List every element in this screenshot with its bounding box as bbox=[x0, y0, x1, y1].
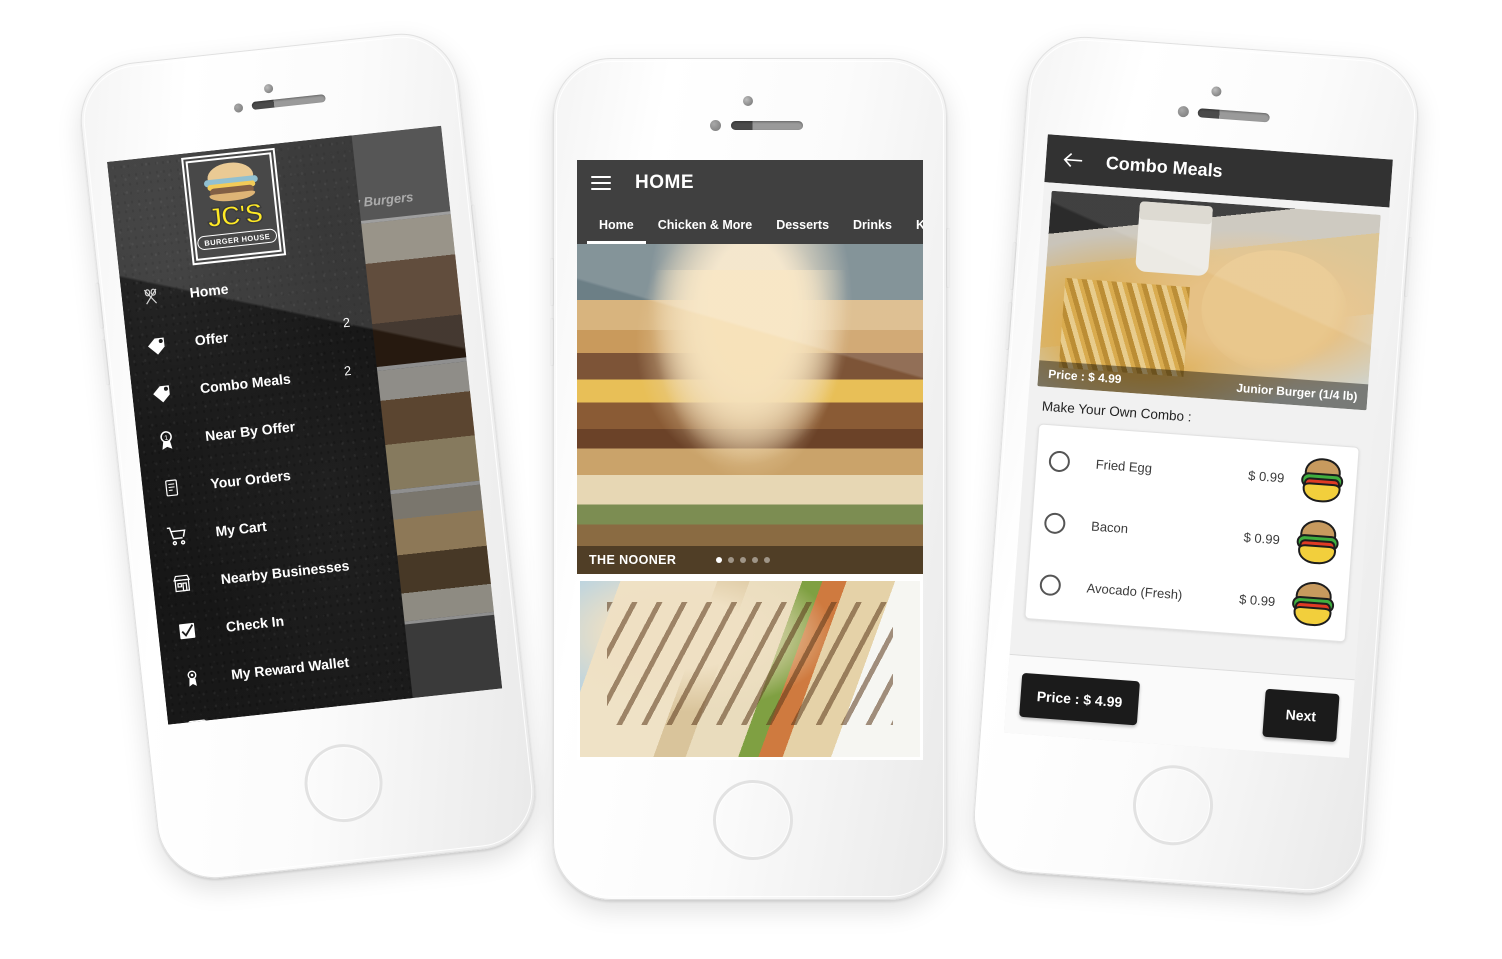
checkbox-icon bbox=[171, 617, 204, 646]
category-tabs: Home Chicken & More Desserts Drinks Kid'… bbox=[577, 206, 923, 244]
option-label: Bacon bbox=[1090, 518, 1129, 536]
burger-thumb-icon bbox=[1294, 518, 1341, 566]
home-button-right[interactable] bbox=[1130, 762, 1216, 849]
tab-home[interactable]: Home bbox=[587, 206, 646, 244]
volume-button-right-2[interactable] bbox=[1004, 301, 1013, 350]
mockup-stage: lty Burgers ers Swiss JC'S BURGER HOUSE bbox=[0, 0, 1502, 959]
earpiece-speaker bbox=[1197, 108, 1270, 123]
option-price: $ 0.99 bbox=[1243, 529, 1281, 547]
tag-icon bbox=[140, 330, 173, 359]
tab-label: Home bbox=[599, 218, 634, 232]
tab-chicken-and-more[interactable]: Chicken & More bbox=[646, 206, 764, 244]
drawer-item-label: Near By Offer bbox=[204, 418, 296, 444]
option-label: Fried Egg bbox=[1095, 456, 1153, 476]
drawer-item-label: My Cart bbox=[214, 517, 268, 540]
option-price: $ 0.99 bbox=[1238, 591, 1276, 609]
carousel-dot[interactable] bbox=[752, 557, 759, 563]
volume-button-middle-2[interactable] bbox=[550, 318, 554, 366]
cutlery-icon bbox=[135, 282, 168, 311]
phone-right: Combo Meals Price : $ 4.99 Junior Burger… bbox=[969, 32, 1423, 898]
tab-label: Desserts bbox=[776, 218, 830, 232]
earpiece-speaker bbox=[251, 94, 326, 110]
volume-button-middle[interactable] bbox=[550, 258, 554, 306]
product-hero-image: Price : $ 4.99 Junior Burger (1/4 lb) bbox=[1037, 190, 1381, 411]
app-bar-title: HOME bbox=[635, 172, 694, 193]
carousel-dot[interactable] bbox=[716, 557, 723, 563]
hero-price: Price : $ 4.99 bbox=[1047, 366, 1122, 387]
drawer-item-label: Your Orders bbox=[209, 467, 292, 492]
second-food-image[interactable] bbox=[577, 578, 923, 760]
price-button[interactable]: Price : $ 4.99 bbox=[1019, 672, 1140, 726]
arrow-left-icon[interactable] bbox=[1061, 150, 1084, 170]
carousel-dot[interactable] bbox=[764, 557, 771, 563]
tab-desserts[interactable]: Desserts bbox=[764, 206, 841, 244]
medal-icon bbox=[176, 664, 209, 693]
volume-button-left[interactable] bbox=[95, 282, 105, 329]
phone-middle: HOME Home Chicken & More Desserts Drinks… bbox=[550, 58, 950, 900]
app-bar-title: Combo Meals bbox=[1105, 152, 1224, 181]
burger-thumb-icon bbox=[1299, 456, 1346, 504]
brand-logo: JC'S BURGER HOUSE bbox=[185, 152, 282, 261]
wallet-icon bbox=[181, 712, 214, 725]
carousel-dots[interactable] bbox=[716, 557, 771, 563]
shopping-cart-icon bbox=[161, 521, 194, 550]
combo-footer-bar: Price : $ 4.99 Next bbox=[1003, 653, 1355, 758]
burger-thumb-icon bbox=[1290, 580, 1337, 628]
tag-icon bbox=[145, 378, 178, 407]
drawer-badge-offer: 2 bbox=[342, 314, 351, 331]
radio-avocado-fresh[interactable] bbox=[1039, 573, 1062, 596]
next-button[interactable]: Next bbox=[1262, 688, 1340, 743]
earpiece-speaker bbox=[731, 121, 803, 130]
front-camera-icon bbox=[1211, 86, 1222, 97]
carousel-food-image[interactable]: THE NOONER bbox=[577, 244, 923, 578]
ribbon-award-icon: 1 bbox=[150, 426, 183, 455]
screen-left: lty Burgers ers Swiss JC'S BURGER HOUSE bbox=[107, 125, 503, 725]
tab-drinks[interactable]: Drinks bbox=[841, 206, 904, 244]
storefront-icon bbox=[166, 569, 199, 598]
combo-body: Price : $ 4.99 Junior Burger (1/4 lb) Ma… bbox=[1003, 182, 1390, 758]
logo-title: JC'S bbox=[205, 197, 264, 234]
option-price: $ 0.99 bbox=[1247, 467, 1285, 485]
screen-middle: HOME Home Chicken & More Desserts Drinks… bbox=[577, 160, 923, 760]
radio-bacon[interactable] bbox=[1043, 511, 1067, 535]
option-label: Avocado (Fresh) bbox=[1086, 579, 1183, 602]
phone-left: lty Burgers ers Swiss JC'S BURGER HOUSE bbox=[74, 27, 542, 885]
hero-product-name: Junior Burger (1/4 lb) bbox=[1235, 380, 1358, 404]
proximity-sensor-icon bbox=[1177, 105, 1190, 118]
app-bar-home: HOME bbox=[577, 160, 923, 206]
tab-kids-menu[interactable]: Kid's Me bbox=[904, 206, 923, 244]
drawer-item-label: Offer bbox=[194, 328, 229, 349]
carousel-caption-bar: THE NOONER bbox=[577, 546, 923, 574]
power-button-left[interactable] bbox=[470, 204, 482, 263]
power-button-middle[interactable] bbox=[946, 228, 950, 288]
tab-label: Drinks bbox=[853, 218, 892, 232]
drawer-item-label: Home bbox=[188, 280, 230, 301]
hamburger-icon[interactable] bbox=[591, 176, 611, 190]
home-button-middle[interactable] bbox=[713, 780, 793, 860]
screen-right: Combo Meals Price : $ 4.99 Junior Burger… bbox=[1003, 134, 1393, 758]
combo-options-card: Fried Egg $ 0.99 Bacon $ 0.99 Avocado (F… bbox=[1024, 423, 1360, 643]
front-camera-icon bbox=[263, 83, 274, 94]
volume-button-right[interactable] bbox=[1009, 241, 1017, 291]
receipt-icon bbox=[155, 473, 188, 502]
tab-label: Kid's Me bbox=[915, 218, 923, 232]
proximity-sensor-icon bbox=[233, 103, 244, 113]
carousel-dot[interactable] bbox=[740, 557, 747, 563]
drawer-item-label: Check In bbox=[225, 612, 285, 635]
logo-burger-icon bbox=[202, 160, 260, 204]
home-button-left[interactable] bbox=[300, 740, 387, 827]
carousel-caption: THE NOONER bbox=[589, 553, 677, 567]
volume-button-left-2[interactable] bbox=[101, 339, 111, 386]
carousel-dot[interactable] bbox=[728, 557, 735, 563]
drawer-badge-combo-meals: 2 bbox=[343, 362, 353, 379]
proximity-sensor-icon bbox=[710, 120, 721, 131]
power-button-right[interactable] bbox=[1403, 236, 1413, 298]
front-camera-icon bbox=[743, 96, 753, 106]
radio-fried-egg[interactable] bbox=[1048, 449, 1071, 473]
tab-label: Chicken & More bbox=[657, 218, 753, 232]
drawer-item-label: Combo Meals bbox=[199, 370, 292, 397]
